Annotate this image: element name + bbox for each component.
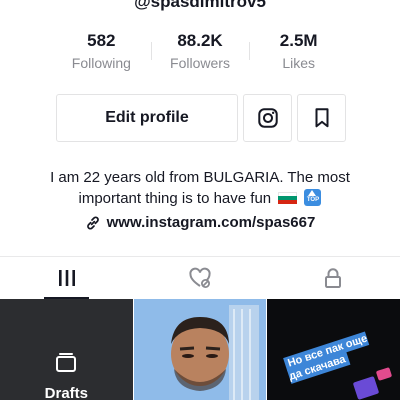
lock-icon — [325, 268, 342, 288]
drafts-stack-icon — [56, 353, 76, 372]
heart-hidden-icon — [189, 267, 211, 288]
profile-username: @spasdimitrov5 — [134, 0, 266, 11]
bio-link[interactable]: www.instagram.com/spas667 — [0, 214, 400, 231]
stat-likes[interactable]: 2.5M Likes — [249, 30, 348, 74]
profile-stats: 582 Following 88.2K Followers 2.5M Likes — [52, 30, 348, 74]
profile-tabs — [0, 256, 400, 299]
stat-following[interactable]: 582 Following — [52, 30, 151, 74]
tab-videos[interactable] — [0, 257, 133, 299]
video-grid: Drafts Но все пак още да скачава — [0, 299, 400, 400]
instagram-icon — [257, 108, 278, 128]
tab-liked[interactable] — [133, 257, 266, 299]
link-icon — [86, 216, 99, 229]
stat-following-value: 582 — [87, 31, 116, 50]
top-arrow-text: TOP — [306, 197, 320, 203]
stat-likes-value: 2.5M — [279, 31, 318, 50]
bulgaria-flag-icon — [278, 192, 298, 204]
stat-likes-label: Likes — [282, 55, 316, 71]
stat-followers-label: Followers — [170, 55, 230, 71]
video-thumbnail-story[interactable]: Но все пак още да скачава — [267, 299, 400, 400]
profile-bio: I am 22 years old from BULGARIA. The mos… — [20, 167, 380, 209]
story-shape-icon — [353, 367, 393, 400]
instagram-button[interactable] — [243, 94, 292, 142]
grid-icon — [58, 270, 75, 286]
stat-followers-value: 88.2K — [177, 31, 223, 50]
bookmark-icon — [314, 108, 329, 128]
profile-actions: Edit profile — [56, 94, 346, 142]
stat-followers[interactable]: 88.2K Followers — [150, 30, 250, 74]
tab-private[interactable] — [267, 257, 400, 299]
portrait-thumbnail-image — [133, 299, 267, 400]
bio-link-text: www.instagram.com/spas667 — [106, 214, 316, 231]
stat-following-label: Following — [71, 55, 131, 71]
top-arrow-icon: TOP — [304, 189, 322, 206]
video-thumbnail-portrait[interactable] — [133, 299, 267, 400]
drafts-label: Drafts — [44, 385, 89, 400]
edit-profile-button[interactable]: Edit profile — [56, 94, 238, 142]
drafts-tile[interactable]: Drafts — [0, 299, 133, 400]
favorites-button[interactable] — [297, 94, 346, 142]
